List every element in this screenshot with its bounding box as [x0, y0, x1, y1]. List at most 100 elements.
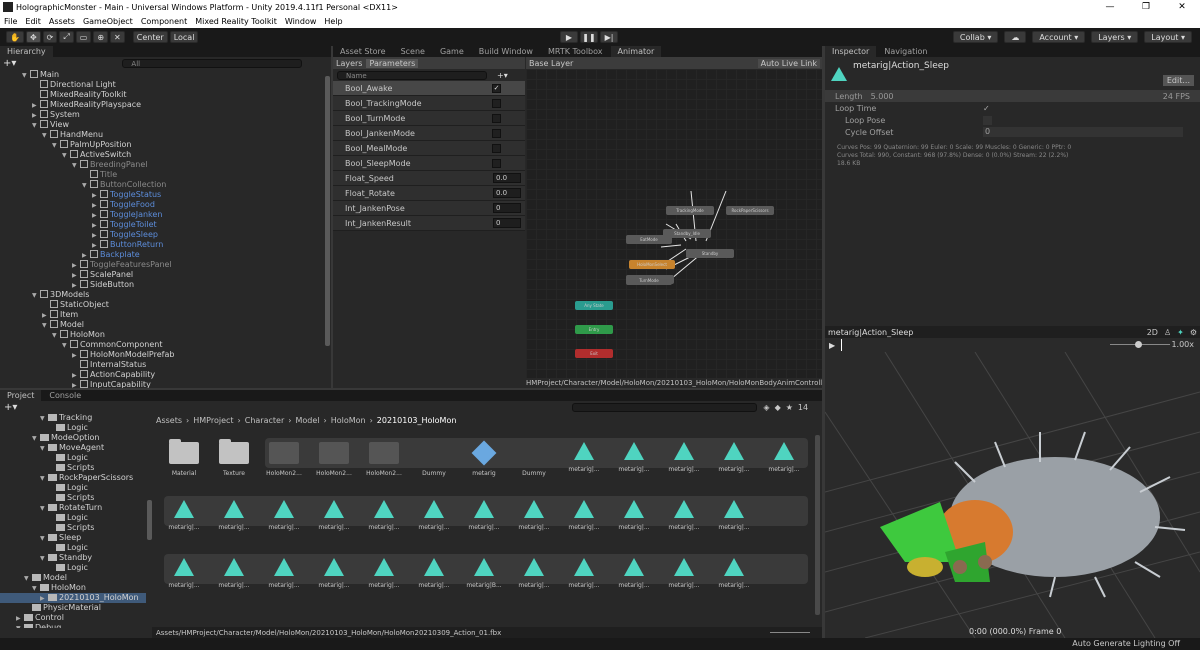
minimize-button[interactable]: —: [1092, 2, 1128, 12]
layers-dropdown[interactable]: Layers ▾: [1091, 31, 1139, 43]
avatar-icon[interactable]: ♙: [1164, 328, 1171, 337]
pivot-center-button[interactable]: Center: [132, 31, 168, 43]
parameter-value-input[interactable]: 0: [493, 218, 521, 228]
hierarchy-item[interactable]: ▼ Main: [0, 70, 331, 80]
add-object-button[interactable]: +▾: [3, 58, 16, 69]
loop-pose-checkbox[interactable]: [983, 115, 992, 125]
asset-item[interactable]: Material: [163, 439, 205, 477]
settings-icon[interactable]: ⚙: [1190, 328, 1197, 337]
asset-item[interactable]: metarig|...: [413, 558, 455, 589]
hierarchy-item[interactable]: ▶ Backplate: [0, 250, 331, 260]
hierarchy-item[interactable]: ▶ Item: [0, 310, 331, 320]
state-node-tracking[interactable]: TrackingMode: [666, 206, 714, 215]
menu-help[interactable]: Help: [324, 17, 342, 26]
timeline-scrubber[interactable]: [841, 339, 843, 351]
parameter-checkbox[interactable]: [492, 143, 501, 153]
asset-item[interactable]: metarig|...: [613, 500, 655, 531]
hierarchy-search-input[interactable]: All: [122, 58, 303, 68]
pause-button[interactable]: ❚❚: [580, 31, 598, 43]
hierarchy-item[interactable]: StaticObject: [0, 300, 331, 310]
hierarchy-item[interactable]: ▶ MixedRealityPlayspace: [0, 100, 331, 110]
asset-item[interactable]: metarig|...: [713, 558, 755, 589]
tab-scene[interactable]: Scene: [393, 46, 432, 57]
asset-item[interactable]: Texture: [213, 439, 255, 477]
asset-item[interactable]: HoloMon2...: [313, 442, 355, 477]
custom-tool-icon[interactable]: ✕: [110, 31, 125, 43]
parameter-checkbox[interactable]: [492, 113, 501, 123]
menu-edit[interactable]: Edit: [25, 17, 41, 26]
parameter-row[interactable]: Float_Speed 0.0: [333, 171, 525, 186]
tab-build-window[interactable]: Build Window: [471, 46, 540, 57]
asset-item[interactable]: metarig|...: [413, 500, 455, 531]
asset-item[interactable]: metarig|...: [613, 558, 655, 589]
state-node-anystate[interactable]: Any State: [575, 301, 613, 310]
asset-item[interactable]: metarig|...: [313, 558, 355, 589]
hierarchy-item[interactable]: ▶ ToggleSleep: [0, 230, 331, 240]
hierarchy-item[interactable]: ▶ SideButton: [0, 280, 331, 290]
hierarchy-item[interactable]: ▶ ToggleToilet: [0, 220, 331, 230]
expand-right-icon[interactable]: ▶: [72, 381, 80, 388]
parameter-row[interactable]: Bool_TurnMode: [333, 111, 525, 126]
tab-game[interactable]: Game: [432, 46, 471, 57]
hierarchy-item[interactable]: ▼ PalmUpPosition: [0, 140, 331, 150]
menu-mrtk[interactable]: Mixed Reality Toolkit: [195, 17, 277, 26]
asset-item[interactable]: HoloMon2...: [363, 442, 405, 477]
asset-item[interactable]: metarig|...: [213, 500, 255, 531]
asset-grid-scrollbar[interactable]: [815, 435, 820, 615]
speed-slider-knob[interactable]: [1135, 341, 1142, 348]
asset-item[interactable]: metarig|...: [563, 558, 605, 589]
maximize-button[interactable]: ❐: [1128, 2, 1164, 12]
hierarchy-item[interactable]: ▶ ScalePanel: [0, 270, 331, 280]
hierarchy-item[interactable]: ▼ HandMenu: [0, 130, 331, 140]
hierarchy-item[interactable]: ▶ ButtonReturn: [0, 240, 331, 250]
hierarchy-item[interactable]: ▶ ToggleFood: [0, 200, 331, 210]
edit-button[interactable]: Edit...: [1162, 75, 1194, 86]
parameter-checkbox[interactable]: [492, 98, 501, 108]
asset-item[interactable]: metarig|...: [663, 500, 705, 531]
asset-item[interactable]: metarig|...: [163, 558, 205, 589]
asset-item[interactable]: metarig|...: [763, 442, 805, 473]
asset-item[interactable]: metarig|...: [263, 558, 305, 589]
hierarchy-item[interactable]: ▶ HoloMonModelPrefab: [0, 350, 331, 360]
parameter-row[interactable]: Bool_SleepMode: [333, 156, 525, 171]
parameter-row[interactable]: Bool_JankenMode: [333, 126, 525, 141]
hierarchy-item[interactable]: Title: [0, 170, 331, 180]
layout-dropdown[interactable]: Layout ▾: [1144, 31, 1192, 43]
play-button[interactable]: ▶: [560, 31, 578, 43]
close-button[interactable]: ✕: [1164, 2, 1200, 12]
parameter-row[interactable]: Int_JankenResult 0: [333, 216, 525, 231]
hierarchy-item[interactable]: ▼ HoloMon: [0, 330, 331, 340]
tab-asset-store[interactable]: Asset Store: [333, 46, 393, 57]
asset-item[interactable]: metarig|...: [213, 558, 255, 589]
parameter-value-input[interactable]: 0: [493, 203, 521, 213]
rect-tool-icon[interactable]: ▭: [75, 31, 92, 43]
parameter-checkbox[interactable]: [492, 158, 501, 168]
hierarchy-item[interactable]: ▼ ActiveSwitch: [0, 150, 331, 160]
asset-item[interactable]: metarig|...: [663, 558, 705, 589]
menu-window[interactable]: Window: [285, 17, 317, 26]
transform-tool-icon[interactable]: ⊕: [93, 31, 109, 43]
pivot-local-button[interactable]: Local: [169, 31, 199, 43]
hierarchy-item[interactable]: ▼ View: [0, 120, 331, 130]
asset-item[interactable]: metarig|...: [463, 500, 505, 531]
tab-mrtk-toolbox[interactable]: MRTK Toolbox: [540, 46, 610, 57]
parameter-row[interactable]: Bool_Awake ✓: [333, 81, 525, 96]
asset-item[interactable]: metarig|B...: [463, 558, 505, 589]
asset-item[interactable]: metarig|...: [713, 442, 755, 473]
hierarchy-item[interactable]: ▶ System: [0, 110, 331, 120]
hierarchy-item[interactable]: ▼ CommonComponent: [0, 340, 331, 350]
preview-play-icon[interactable]: ▶: [829, 341, 835, 350]
hierarchy-item[interactable]: Directional Light: [0, 80, 331, 90]
icon-size-slider[interactable]: [770, 632, 810, 633]
state-node-turn[interactable]: TurnMode: [626, 276, 672, 285]
asset-item[interactable]: metarig|...: [713, 500, 755, 531]
pivot-icon[interactable]: ✦: [1177, 328, 1184, 337]
hierarchy-item[interactable]: ▶ ToggleStatus: [0, 190, 331, 200]
hierarchy-item[interactable]: InternalStatus: [0, 360, 331, 370]
asset-item[interactable]: metarig|...: [663, 442, 705, 473]
model-preview-viewport[interactable]: 0:00 (000.0%) Frame 0: [825, 352, 1200, 638]
parameter-row[interactable]: Bool_TrackingMode: [333, 96, 525, 111]
hierarchy-item[interactable]: ▶ ToggleFeaturesPanel: [0, 260, 331, 270]
asset-item[interactable]: Dummy: [513, 442, 555, 477]
menu-component[interactable]: Component: [141, 17, 187, 26]
